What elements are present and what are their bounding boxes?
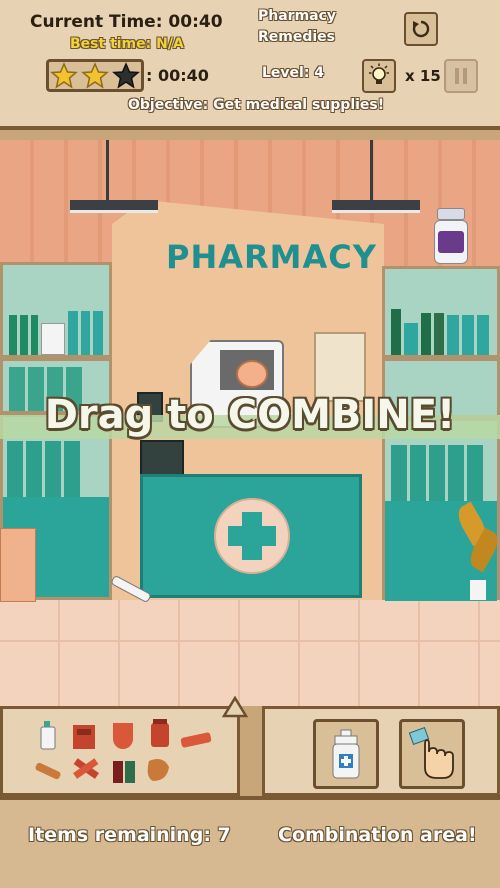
star-icon (81, 62, 109, 89)
bandage-boxes (0, 528, 36, 602)
medical-cross-emblem (214, 498, 290, 574)
pharmacy-sign: PHARMACY (166, 238, 377, 276)
pharmacy-scene: PHARMACY Drag to COMBINE! (0, 140, 500, 706)
medicine-jar-item (151, 719, 169, 747)
floor-line (0, 640, 500, 642)
best-time-label: Best time: N/A (70, 36, 184, 52)
bandage-box-item (73, 725, 95, 749)
ointment-tube-item (180, 732, 212, 748)
shelf-row (3, 265, 109, 355)
lightbulb-icon (369, 63, 389, 84)
items-remaining: Items remaining: 7 (28, 824, 231, 846)
medicine-bottles-item (113, 761, 135, 783)
hand-sanitizer-icon (332, 729, 360, 779)
combination-slot-2[interactable] (399, 719, 465, 789)
splint-item (35, 762, 61, 780)
iv-bag-item (113, 723, 133, 749)
stars-time: : 00:40 (146, 66, 209, 85)
restart-icon (412, 20, 430, 38)
tap-gesture-icon (408, 726, 454, 779)
lamp-cord (370, 140, 373, 202)
hint-count: x 15 (405, 67, 441, 85)
combine-banner: Drag to COMBINE! (44, 392, 456, 438)
shelf-row (385, 269, 497, 355)
restart-button[interactable] (404, 12, 438, 46)
level-label: Level: 4 (262, 65, 325, 81)
pause-button[interactable] (444, 59, 478, 93)
expand-arrow-icon[interactable] (222, 696, 248, 718)
lamp-cord (106, 140, 109, 202)
top-bar: Current Time: 00:40 Best time: N/A : 00:… (0, 0, 500, 130)
current-time-label: Current Time: 00:40 (30, 12, 223, 32)
objective-text: Objective: Get medical supplies! (128, 97, 385, 113)
pill-bottle-item[interactable] (434, 208, 468, 264)
inventory-items (35, 719, 212, 783)
pause-icon (455, 68, 467, 84)
floor (0, 600, 500, 706)
stars-row (50, 62, 140, 89)
level-title-line1: Pharmacy (258, 8, 337, 24)
hint-button[interactable] (362, 59, 396, 93)
heating-pad-item (147, 759, 169, 781)
star-empty-icon (112, 62, 140, 89)
ceiling-lamp (70, 200, 158, 213)
footer-bar: Items remaining: 7 Combination area! (0, 796, 500, 888)
star-rating (46, 59, 144, 92)
hand-sanitizer-item (40, 721, 56, 750)
star-icon (50, 62, 78, 89)
level-title-line2: Remedies (258, 29, 336, 45)
crossed-bandages-item (73, 758, 99, 779)
inventory-panel (0, 706, 240, 796)
ceiling-lamp (332, 200, 420, 213)
combination-panel (262, 706, 500, 796)
tape-roll-item[interactable] (236, 360, 268, 388)
combination-area-label: Combination area! (278, 824, 477, 846)
combination-slot-1[interactable] (313, 719, 379, 789)
potted-plant (453, 500, 500, 600)
